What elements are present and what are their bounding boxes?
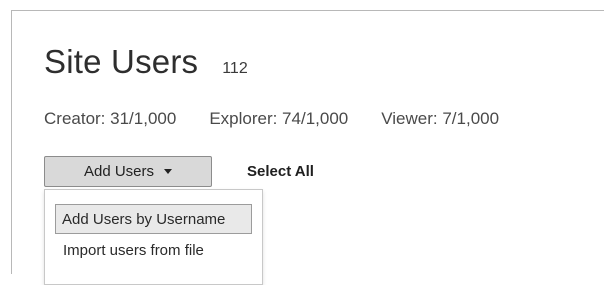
add-users-label: Add Users [83,163,155,180]
select-all-link[interactable]: Select All [247,163,314,180]
add-users-dropdown-menu: Add Users by Username Import users from … [44,189,263,285]
page-title: Site Users [44,43,199,80]
content-panel: Site Users 112 Creator: 31/1,000 Explore… [11,10,604,285]
license-explorer: Explorer: 74/1,000 [209,109,349,128]
license-creator: Creator: 31/1,000 [44,109,177,128]
menu-item-label: Import users from file [63,242,204,259]
menu-item-add-users-by-username[interactable]: Add Users by Username [55,204,252,234]
license-viewer: Viewer: 7/1,000 [381,109,500,128]
menu-item-import-users-from-file[interactable]: Import users from file [63,242,204,259]
license-summary: Creator: 31/1,000 Explorer: 74/1,000 Vie… [44,109,499,129]
chevron-down-icon [164,169,173,174]
add-users-button[interactable]: Add Users [44,156,212,187]
title-row: Site Users 112 [44,43,248,81]
menu-item-label: Add Users by Username [62,210,226,228]
user-count: 112 [222,60,248,77]
